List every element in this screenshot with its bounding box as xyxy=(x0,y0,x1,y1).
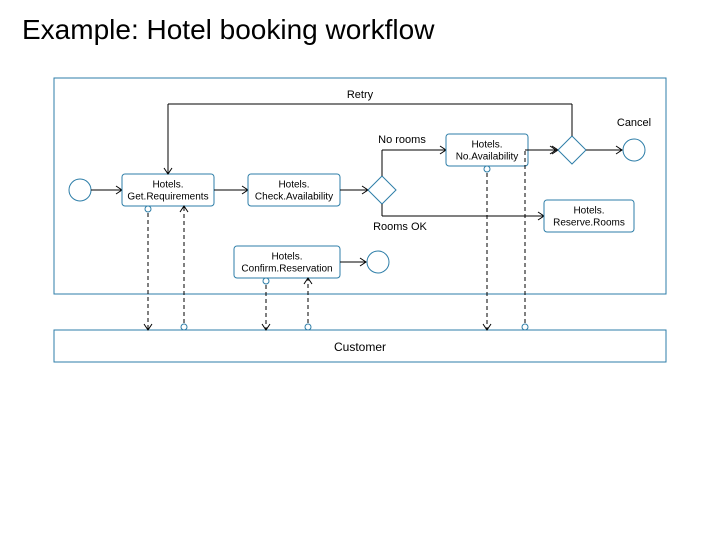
activity-check-availability-label2: Check.Availability xyxy=(255,192,333,203)
page-title: Example: Hotel booking workflow xyxy=(0,0,720,46)
activity-confirm-reservation-label1: Hotels. xyxy=(271,252,302,263)
activity-check-availability-label1: Hotels. xyxy=(278,180,309,191)
edge-retry-label: Retry xyxy=(347,89,374,101)
activity-confirm-reservation-label2: Confirm.Reservation xyxy=(241,264,332,275)
edge-no-rooms-label: No rooms xyxy=(378,134,426,146)
decision-retry-cancel xyxy=(558,136,586,164)
activity-get-requirements-label2: Get.Requirements xyxy=(127,192,208,203)
activity-reserve-rooms-label2: Reserve.Rooms xyxy=(553,218,625,229)
end-cancel-node xyxy=(623,139,645,161)
customer-lane-label: Customer xyxy=(334,340,386,354)
activity-no-availability-label1: Hotels. xyxy=(471,140,502,151)
edge-cancel-label: Cancel xyxy=(617,117,651,129)
activity-no-availability-label2: No.Availability xyxy=(456,152,519,163)
edge-rooms-ok-label: Rooms OK xyxy=(373,221,427,233)
activity-reserve-rooms-label1: Hotels. xyxy=(573,206,604,217)
decision-availability xyxy=(368,176,396,204)
activity-get-requirements-label1: Hotels. xyxy=(152,180,183,191)
end-confirm-node xyxy=(367,251,389,273)
workflow-diagram: Customer Hotels. Get.Requirements Hotels… xyxy=(50,70,670,400)
start-node xyxy=(69,179,91,201)
